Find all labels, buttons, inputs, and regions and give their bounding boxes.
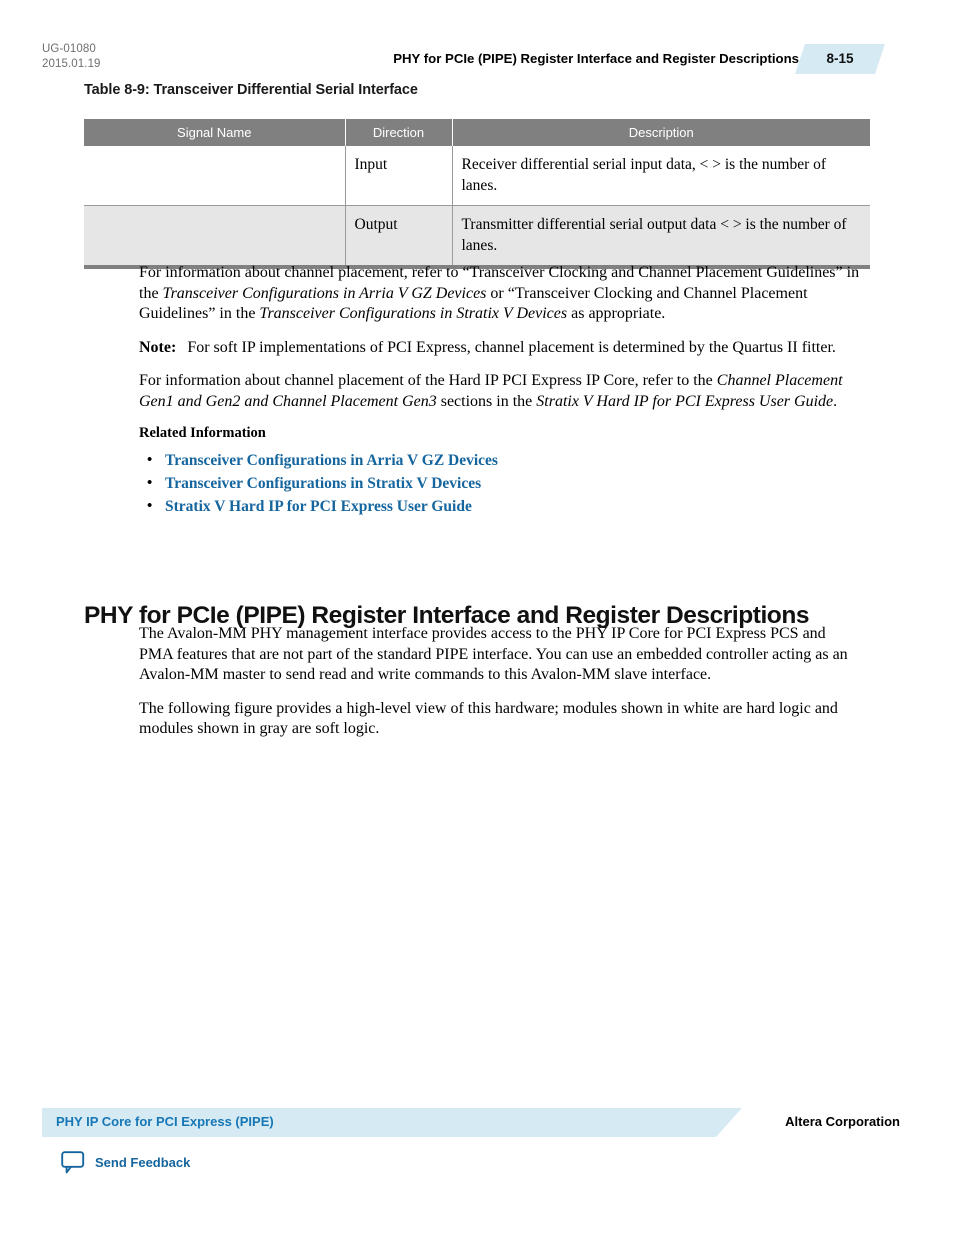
related-information-list: Transceiver Configurations in Arria V GZ… <box>139 449 862 518</box>
related-information-heading: Related Information <box>139 425 266 441</box>
body-content: For information about channel placement,… <box>139 263 862 518</box>
para2-italic-2: Stratix V Hard IP for PCI Express User G… <box>536 392 834 410</box>
page-header: UG-01080 2015.01.19 PHY for PCIe (PIPE) … <box>0 0 954 90</box>
page-number-badge: 8-15 <box>795 44 885 74</box>
running-header-title: PHY for PCIe (PIPE) Register Interface a… <box>393 51 799 66</box>
table-header-row: Signal Name Direction Description <box>84 119 870 146</box>
paragraph-hard-ip-channel-placement: For information about channel placement … <box>139 371 862 412</box>
para2-text-2: sections in the <box>436 392 537 410</box>
table-caption: Table 8-9: Transceiver Differential Seri… <box>84 82 418 98</box>
send-feedback-label: Send Feedback <box>95 1154 191 1170</box>
para1-italic-1: Transceiver Configurations in Arria V GZ… <box>162 284 487 302</box>
paragraph-channel-placement: For information about channel placement,… <box>139 263 862 325</box>
speech-bubble-icon <box>60 1149 86 1175</box>
footer-corporation: Altera Corporation <box>785 1114 900 1129</box>
footer-document-title: PHY IP Core for PCI Express (PIPE) <box>56 1114 274 1129</box>
column-header-signal-name: Signal Name <box>84 119 346 146</box>
column-header-direction: Direction <box>345 119 453 146</box>
table-row: Input Receiver differential serial input… <box>84 146 870 206</box>
send-feedback-link[interactable]: Send Feedback <box>60 1149 190 1175</box>
document-date: 2015.01.19 <box>42 58 101 70</box>
related-link-arria-v-gz[interactable]: Transceiver Configurations in Arria V GZ… <box>165 452 498 469</box>
document-id: UG-01080 <box>42 43 96 55</box>
section-body: The Avalon-MM PHY management interface p… <box>139 624 862 753</box>
para1-italic-2: Transceiver Configurations in Stratix V … <box>259 305 568 322</box>
para2-text-3: . <box>833 392 838 410</box>
transceiver-differential-serial-interface-table: Signal Name Direction Description Input … <box>84 119 870 269</box>
related-link-stratix-v-hard-ip[interactable]: Stratix V Hard IP for PCI Express User G… <box>165 498 472 515</box>
list-item[interactable]: Transceiver Configurations in Arria V GZ… <box>147 449 862 472</box>
cell-signal-name <box>84 146 346 206</box>
section-paragraph-1: The Avalon-MM PHY management interface p… <box>139 625 848 683</box>
table-row: Output Transmitter differential serial o… <box>84 205 870 269</box>
para1-text-3: as appropriate. <box>567 305 666 322</box>
list-item[interactable]: Stratix V Hard IP for PCI Express User G… <box>147 495 862 518</box>
list-item[interactable]: Transceiver Configurations in Stratix V … <box>147 472 862 495</box>
cell-description: Transmitter differential serial output d… <box>452 205 870 269</box>
cell-description: Receiver differential serial input data,… <box>452 146 870 206</box>
page-number-label: 8-15 <box>826 51 854 66</box>
cell-direction: Output <box>345 205 453 269</box>
section-paragraph-2: The following figure provides a high-lev… <box>139 699 838 738</box>
cell-direction: Input <box>345 146 453 206</box>
note-block: Note: For soft IP implementations of PCI … <box>139 338 862 359</box>
note-label: Note: <box>139 338 177 356</box>
document-meta: UG-01080 2015.01.19 <box>42 42 101 72</box>
related-link-stratix-v[interactable]: Transceiver Configurations in Stratix V … <box>165 475 481 492</box>
note-text: For soft IP implementations of PCI Expre… <box>187 338 836 356</box>
cell-signal-name <box>84 205 346 269</box>
para2-text-1: For information about channel placement … <box>139 372 717 389</box>
column-header-description: Description <box>452 119 870 146</box>
